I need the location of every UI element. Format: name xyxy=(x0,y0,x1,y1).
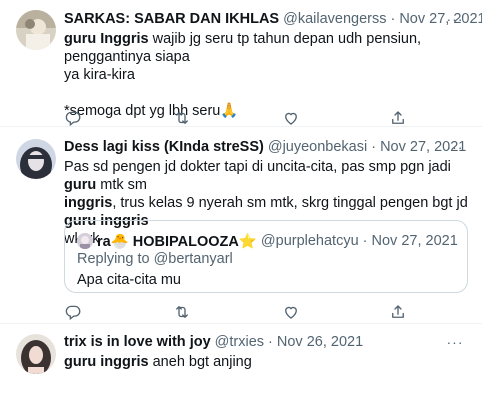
replying-to: Replying to @bertanyarl xyxy=(77,251,233,267)
reply-icon[interactable] xyxy=(64,303,82,321)
quoted-tweet[interactable]: ra🐣 HOBIPALOOZA⭐ @purplehatcyu · Nov 27,… xyxy=(64,220,468,293)
retweet-icon[interactable] xyxy=(173,109,191,127)
user-handle[interactable]: @juyeonbekasi xyxy=(268,138,367,156)
tweet-header: Dess lagi kiss (KInda streSS) @juyeonbek… xyxy=(64,138,468,156)
tweet-header: SARKAS: SABAR DAN IKHLAS @kailavengerss … xyxy=(64,10,482,28)
quote-text: Apa cita-cita mu xyxy=(77,272,181,288)
tweet[interactable]: Dess lagi kiss (KInda streSS) @juyeonbek… xyxy=(0,127,482,324)
tweet-date[interactable]: Nov 27, 2021 xyxy=(399,10,482,28)
user-handle[interactable]: @kailavengerss xyxy=(283,10,386,28)
replying-label: Replying to xyxy=(77,251,154,267)
share-icon[interactable] xyxy=(389,303,407,321)
more-options-icon[interactable]: ··· xyxy=(446,138,464,156)
like-icon[interactable] xyxy=(282,109,300,127)
display-name[interactable]: Dess lagi kiss (KInda streSS) xyxy=(64,138,264,156)
display-name[interactable]: SARKAS: SABAR DAN IKHLAS xyxy=(64,10,279,28)
separator-dot: · xyxy=(390,11,396,27)
separator-dot: · xyxy=(268,334,273,350)
more-options-icon[interactable]: ··· xyxy=(446,10,464,28)
more-options-icon[interactable]: ··· xyxy=(446,333,464,351)
user-handle[interactable]: @trxies xyxy=(215,333,264,351)
avatar[interactable] xyxy=(16,10,56,50)
text-line: *semoga dpt yg lbh seru🙏 xyxy=(64,103,239,119)
text-segment: aneh bgt anjing xyxy=(148,354,252,370)
text-segment: mtk sm xyxy=(96,177,147,193)
text-segment: Pas sd pengen jd dokter tapi di uncita-c… xyxy=(64,159,451,175)
quote-header: ra🐣 HOBIPALOOZA⭐ @purplehatcyu · Nov 27,… xyxy=(77,232,458,250)
tweet-text: guru Inggris wajib jg seru tp tahun depa… xyxy=(64,30,468,120)
highlight-term: guru Inggris xyxy=(64,31,149,47)
avatar[interactable] xyxy=(16,334,56,374)
text-line: ya kira-kira xyxy=(64,67,135,83)
highlight-term: guru inggris xyxy=(64,354,149,370)
tweet-text: guru inggris aneh bgt anjing xyxy=(64,353,468,371)
avatar[interactable] xyxy=(16,139,56,179)
tweet[interactable]: trix is in love with joy @trxies · Nov 2… xyxy=(0,324,482,400)
tweet[interactable]: SARKAS: SABAR DAN IKHLAS @kailavengerss … xyxy=(0,0,482,127)
replying-handle[interactable]: @bertanyarl xyxy=(154,251,233,267)
separator-dot: · xyxy=(362,233,368,249)
quote-date[interactable]: Nov 27, 2021 xyxy=(372,233,458,249)
quote-user-handle[interactable]: @purplehatcyu xyxy=(261,233,359,249)
quote-display-name[interactable]: ra🐣 HOBIPALOOZA⭐ xyxy=(97,233,257,250)
tweet-date[interactable]: Nov 26, 2021 xyxy=(277,333,363,351)
text-segment: , trus kelas 9 nyerah sm mtk, skrg tingg… xyxy=(112,195,468,211)
quote-avatar xyxy=(77,233,93,249)
display-name[interactable]: trix is in love with joy xyxy=(64,333,211,351)
tweet-header: trix is in love with joy @trxies · Nov 2… xyxy=(64,333,468,351)
retweet-icon[interactable] xyxy=(173,303,191,321)
separator-dot: · xyxy=(371,139,377,155)
reply-icon[interactable] xyxy=(64,109,82,127)
highlight-term: inggris xyxy=(64,195,113,211)
highlight-term: guru xyxy=(64,177,97,193)
share-icon[interactable] xyxy=(389,109,407,127)
like-icon[interactable] xyxy=(282,303,300,321)
